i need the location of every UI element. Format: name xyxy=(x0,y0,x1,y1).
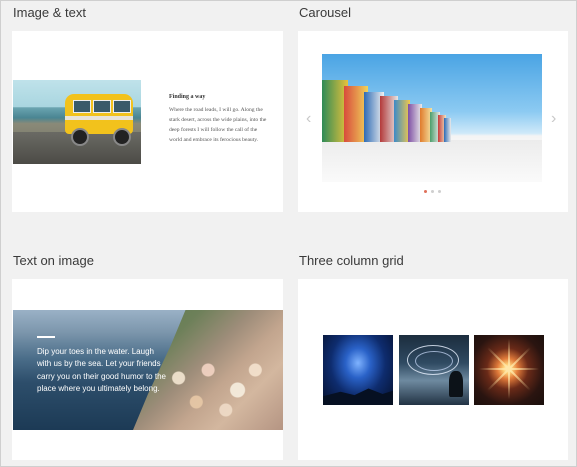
van-image xyxy=(13,80,141,164)
image-text-heading: Finding a way xyxy=(169,94,206,100)
three-column-grid-card[interactable] xyxy=(298,279,568,460)
section-title-carousel: Carousel xyxy=(299,5,352,20)
image-text-card[interactable]: Finding a way Where the road leads, I wi… xyxy=(12,31,283,212)
carousel-dot-1[interactable] xyxy=(424,190,427,193)
carousel-dot-3[interactable] xyxy=(438,190,441,193)
carousel-card[interactable]: ‹ › xyxy=(298,31,568,212)
carousel-dot-2[interactable] xyxy=(431,190,434,193)
night-sky-thumbnail xyxy=(323,335,393,405)
text-on-image-body: Dip your toes in the water. Laugh with u… xyxy=(37,347,166,394)
light-painting-thumbnail xyxy=(399,335,469,405)
chevron-right-icon[interactable]: › xyxy=(551,110,556,128)
chevron-left-icon[interactable]: ‹ xyxy=(306,110,311,128)
sparkler-thumbnail xyxy=(474,335,544,405)
text-on-image-card[interactable]: Dip your toes in the water. Laugh with u… xyxy=(12,279,283,460)
section-title-text-on-image: Text on image xyxy=(13,253,94,268)
image-text-body: Where the road leads, I will go. Along t… xyxy=(169,107,267,143)
overlay-divider xyxy=(37,336,55,338)
section-title-image-text: Image & text xyxy=(13,5,86,20)
section-title-three-column-grid: Three column grid xyxy=(299,253,404,268)
beach-huts-image xyxy=(322,54,542,182)
